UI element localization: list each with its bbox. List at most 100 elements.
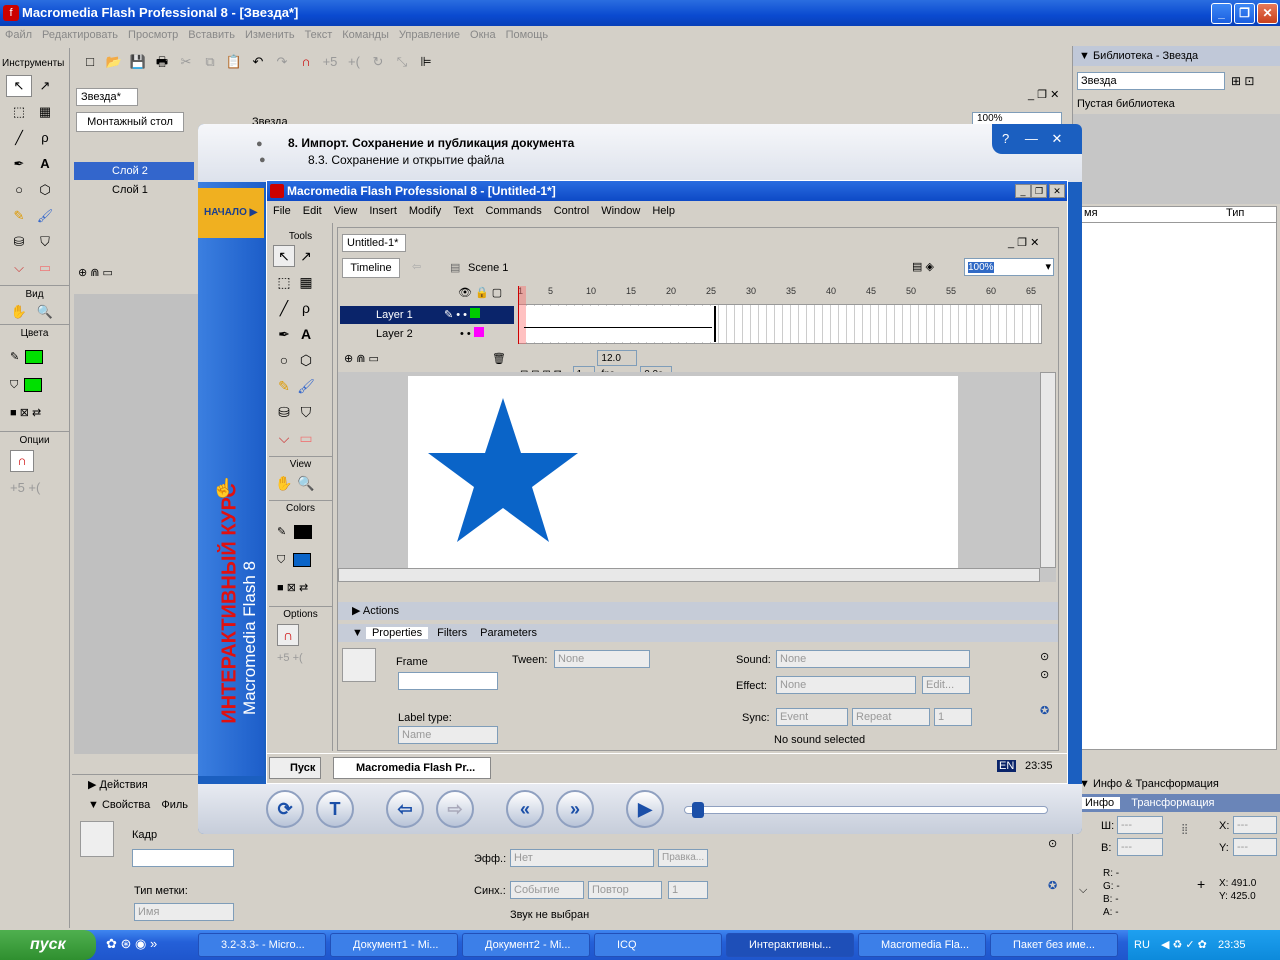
taskbar-item[interactable]: Документ2 - Mi...: [462, 933, 590, 957]
inner-oval-icon[interactable]: ○: [273, 349, 295, 371]
inner-sync-select[interactable]: Event: [776, 708, 848, 726]
inner-stroke-swatch[interactable]: [294, 525, 313, 540]
edit-button[interactable]: Правка...: [658, 849, 708, 867]
inner-task-item[interactable]: Macromedia Flash Pr...: [333, 757, 491, 779]
inner-zoom-icon[interactable]: 🔍: [295, 472, 317, 494]
lasso-tool-icon[interactable]: ρ: [32, 128, 58, 148]
progress-track[interactable]: [684, 806, 1048, 814]
eyedropper-icon[interactable]: ⌵: [6, 258, 32, 278]
smooth-icon[interactable]: +5: [318, 52, 342, 72]
layer-row[interactable]: Layer 2 • •: [340, 325, 514, 343]
inner-swap-icons[interactable]: ■ ⊠ ⇄: [277, 582, 308, 594]
inner-brush-icon[interactable]: 🖌: [295, 375, 317, 397]
start-button[interactable]: пуск: [0, 930, 96, 960]
inner-text-icon[interactable]: A: [295, 323, 317, 345]
stage-button[interactable]: Монтажный стол: [76, 112, 184, 132]
inner-arrow-icon[interactable]: ↖: [273, 245, 295, 267]
print-icon[interactable]: 🖶: [150, 52, 174, 72]
doc-tab[interactable]: Звезда*: [76, 88, 138, 106]
tab-filters[interactable]: Filters: [437, 627, 467, 639]
inner-menu-item[interactable]: View: [334, 205, 358, 217]
tween-select[interactable]: None: [554, 650, 650, 668]
library-select[interactable]: Звезда: [1077, 72, 1225, 90]
line-tool-icon[interactable]: ╱: [6, 128, 32, 148]
tab-transform[interactable]: Трансформация: [1131, 797, 1214, 809]
smooth-straighten-icons[interactable]: +5 +(: [0, 476, 69, 499]
inner-fill-transform-icon[interactable]: ▦: [295, 271, 317, 293]
minimize-button[interactable]: _: [1211, 3, 1232, 24]
inner-ink-icon[interactable]: ⛁: [273, 401, 295, 423]
menu-item[interactable]: Просмотр: [128, 29, 178, 41]
inner-menu-item[interactable]: Window: [601, 205, 640, 217]
inner-labeltype-select[interactable]: Name: [398, 726, 498, 744]
inner-bucket-icon[interactable]: ⛉: [295, 401, 317, 423]
magnet-icon[interactable]: ∩: [10, 450, 34, 472]
menu-item[interactable]: Помощь: [506, 29, 549, 41]
pencil-tool-icon[interactable]: ✎: [6, 206, 32, 226]
inner-rect-icon[interactable]: ⬡: [295, 349, 317, 371]
text-tool-icon[interactable]: A: [32, 154, 58, 174]
sound-select[interactable]: None: [776, 650, 970, 668]
label-type-select[interactable]: Имя: [134, 903, 234, 921]
inner-fill-swatch[interactable]: [293, 553, 312, 568]
snap-icon[interactable]: ∩: [294, 52, 318, 72]
height-field[interactable]: ---: [1117, 838, 1163, 856]
fast-forward-button[interactable]: »: [556, 790, 594, 828]
library-header[interactable]: ▼ Библиотека - Звезда: [1073, 46, 1280, 66]
inner-minimize[interactable]: _: [1015, 184, 1031, 198]
inner-menu-item[interactable]: Edit: [303, 205, 322, 217]
next-button[interactable]: ⇨: [436, 790, 474, 828]
inner-restore[interactable]: ❐: [1031, 184, 1047, 198]
inner-actions-bar[interactable]: ▶ Actions: [338, 602, 1058, 620]
inner-help-icons[interactable]: ⊙ ⊙: [1040, 648, 1049, 684]
close-button[interactable]: ✕: [1257, 3, 1278, 24]
layer-row[interactable]: Layer 1 ✎ • •: [340, 306, 514, 324]
rotate-icon[interactable]: ↻: [366, 52, 390, 72]
inner-line-icon[interactable]: ╱: [273, 297, 295, 319]
undo-icon[interactable]: ↶: [246, 52, 270, 72]
menu-item[interactable]: Окна: [470, 29, 496, 41]
inner-doc-controls[interactable]: _ ❐ ✕: [1008, 236, 1039, 249]
hand-tool-icon[interactable]: ✋: [6, 302, 32, 322]
inner-pencil-icon[interactable]: ✎: [273, 375, 295, 397]
inner-eyedropper-icon[interactable]: ⌵: [273, 427, 295, 449]
inner-menu-item[interactable]: Help: [652, 205, 675, 217]
frame-name-field[interactable]: [132, 849, 234, 867]
taskbar-item[interactable]: Интерактивны...: [726, 933, 854, 957]
inner-smooth-icons[interactable]: +5 +(: [269, 650, 332, 666]
inner-hand-icon[interactable]: ✋: [273, 472, 295, 494]
taskbar-item[interactable]: 3.2-3.3- - Micro...: [198, 933, 326, 957]
pen-tool-icon[interactable]: ✒: [6, 154, 32, 174]
color-swap-icons[interactable]: ■ ⊠ ⇄: [10, 407, 41, 419]
new-file-icon[interactable]: □: [78, 52, 102, 72]
playhead[interactable]: [518, 286, 526, 344]
inner-repeat-count[interactable]: 1: [934, 708, 972, 726]
inner-zoom-select[interactable]: 100% ▾: [964, 258, 1054, 276]
inner-repeat-select[interactable]: Repeat: [852, 708, 930, 726]
doc-window-controls[interactable]: _ ❐ ✕: [1028, 88, 1059, 101]
eraser-icon[interactable]: ▭: [32, 258, 58, 278]
refresh-button[interactable]: ⟳: [266, 790, 304, 828]
sync-select[interactable]: Событие: [510, 881, 584, 899]
inner-accessibility-icon[interactable]: ✪: [1040, 704, 1049, 717]
layer-add-icons[interactable]: ⊕ ⋒ ▭: [78, 266, 113, 279]
timeline-button[interactable]: Timeline: [342, 258, 400, 278]
stage-vscrollbar[interactable]: [1040, 372, 1056, 568]
menu-item[interactable]: Текст: [305, 29, 333, 41]
arrow-tool-icon[interactable]: ↖: [6, 75, 32, 97]
tab-properties[interactable]: Properties: [365, 627, 429, 639]
inner-lasso-icon[interactable]: ρ: [295, 297, 317, 319]
straighten-icon[interactable]: +(: [342, 52, 366, 72]
free-transform-icon[interactable]: ⬚: [6, 102, 32, 122]
registration-grid-icon[interactable]: ⣿: [1181, 824, 1188, 835]
stroke-color-swatch[interactable]: [25, 350, 44, 365]
menu-item[interactable]: Файл: [5, 29, 32, 41]
menu-item[interactable]: Команды: [342, 29, 389, 41]
repeat-count[interactable]: 1: [668, 881, 708, 899]
taskbar-item[interactable]: Macromedia Fla...: [858, 933, 986, 957]
stage[interactable]: [408, 376, 958, 576]
cut-icon[interactable]: ✂: [174, 52, 198, 72]
props-tab[interactable]: ▼ Свойства Филь: [88, 799, 188, 811]
layer-bottom-icons[interactable]: ⊕ ⋒ ▭ 🗑: [344, 352, 506, 365]
brush-tool-icon[interactable]: 🖌: [32, 206, 58, 226]
